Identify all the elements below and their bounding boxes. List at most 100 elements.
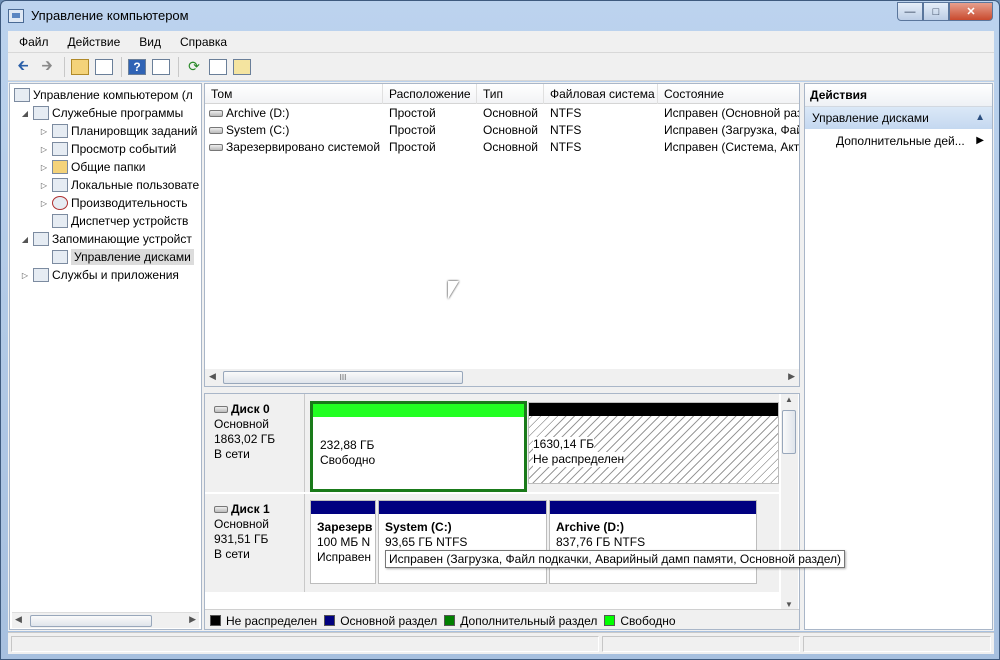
tree-item-shared-folders[interactable]: ▷ Общие папки: [38, 158, 145, 176]
collapse-arrow-icon[interactable]: ◢: [19, 109, 31, 118]
disk-icon: [214, 506, 228, 514]
toolbar-separator: [121, 56, 122, 77]
tree-item-task-scheduler[interactable]: ▷ Планировщик заданий: [38, 122, 197, 140]
back-arrow-icon[interactable]: 🡰: [12, 56, 34, 78]
tree-item-performance[interactable]: ▷ Производительность: [38, 194, 187, 212]
volume-icon: [209, 110, 223, 118]
menu-help[interactable]: Справка: [169, 35, 235, 49]
help-icon[interactable]: ?: [126, 56, 148, 78]
tree-horizontal-scrollbar[interactable]: ◀ ▶: [12, 612, 199, 628]
legend-item: Свободно: [604, 614, 676, 628]
toolbar: 🡰 🡲 ? ⟳: [8, 53, 994, 81]
partition-reserved[interactable]: Зарезерв 100 МБ N Исправен: [310, 500, 376, 584]
scroll-down-icon[interactable]: ▼: [785, 600, 793, 609]
tree-item-services-apps[interactable]: ▷ Службы и приложения: [19, 266, 179, 284]
disk-1-info[interactable]: Диск 1 Основной 931,51 ГБ В сети: [205, 494, 305, 592]
disk-management-icon: [52, 250, 68, 264]
partition-unallocated[interactable]: 1630,14 ГБ Не распределен: [528, 402, 779, 484]
scroll-left-icon[interactable]: ◀: [209, 371, 216, 382]
window-title: Управление компьютером: [31, 8, 189, 23]
device-manager-icon: [52, 214, 68, 228]
volume-icon: [209, 144, 223, 152]
column-filesystem[interactable]: Файловая система: [544, 84, 658, 104]
scroll-right-icon[interactable]: ▶: [788, 371, 795, 382]
scroll-right-icon[interactable]: ▶: [189, 614, 196, 625]
computer-icon: [14, 88, 30, 102]
tree-item-event-viewer[interactable]: ▷ Просмотр событий: [38, 140, 176, 158]
toolbar-separator: [64, 56, 65, 77]
expand-arrow-icon[interactable]: ▷: [19, 271, 31, 280]
status-segment: [602, 636, 800, 652]
services-icon: [33, 268, 49, 282]
actions-title: Действия: [805, 84, 992, 107]
volume-row[interactable]: Зарезервировано системой Простой Основно…: [205, 139, 799, 156]
column-volume[interactable]: Том: [205, 84, 383, 104]
status-bar: [8, 632, 994, 654]
expand-arrow-icon[interactable]: ▷: [38, 127, 50, 136]
partition-free[interactable]: 232,88 ГБ Свободно: [310, 401, 527, 492]
volume-list-header: Том Расположение Тип Файловая система Со…: [205, 84, 799, 104]
volume-list-horizontal-scrollbar[interactable]: ◀ III ▶: [205, 369, 799, 386]
disk-1-row: Диск 1 Основной 931,51 ГБ В сети Зарезер…: [205, 494, 779, 592]
expand-arrow-icon[interactable]: ▷: [38, 163, 50, 172]
column-status[interactable]: Состояние: [658, 84, 799, 104]
graphical-view-vertical-scrollbar[interactable]: ▲ ▼: [781, 394, 798, 609]
minimize-button[interactable]: —: [897, 2, 923, 21]
volume-icon: [209, 127, 223, 135]
title-bar[interactable]: Управление компьютером — □ ✕: [1, 1, 999, 31]
tools-icon: [33, 106, 49, 120]
partition-archive-d[interactable]: Archive (D:) 837,76 ГБ NTFS: [549, 500, 757, 584]
legend-swatch: [604, 615, 616, 626]
menu-file[interactable]: Файл: [8, 35, 57, 49]
tree-item-disk-management[interactable]: Управление дисками: [38, 248, 194, 266]
panel-icon[interactable]: [150, 56, 172, 78]
expand-arrow-icon[interactable]: ▷: [38, 145, 50, 154]
collapse-arrow-icon[interactable]: ◢: [19, 235, 31, 244]
users-icon: [52, 178, 68, 192]
menu-bar: Файл Действие Вид Справка: [8, 31, 994, 53]
partition-system-c[interactable]: System (C:) 93,65 ГБ NTFS: [378, 500, 547, 584]
tree-item-device-manager[interactable]: Диспетчер устройств: [38, 212, 188, 230]
maximize-button[interactable]: □: [923, 2, 949, 21]
legend-item: Дополнительный раздел: [444, 614, 597, 628]
volume-row[interactable]: Archive (D:) Простой Основной NTFS Испра…: [205, 105, 799, 122]
volume-row[interactable]: System (C:) Простой Основной NTFS Исправ…: [205, 122, 799, 139]
scroll-thumb[interactable]: [30, 615, 152, 627]
more-actions-item[interactable]: Дополнительные дей... ▶: [805, 129, 992, 153]
tree-item-local-users[interactable]: ▷ Локальные пользовате: [38, 176, 199, 194]
disk-graphical-view: Диск 0 Основной 1863,02 ГБ В сети 232,88…: [204, 393, 800, 630]
scroll-left-icon[interactable]: ◀: [15, 614, 22, 625]
refresh-icon[interactable]: ⟳: [183, 56, 205, 78]
tree-item-system-tools[interactable]: ◢ Служебные программы: [19, 104, 183, 122]
scroll-up-icon[interactable]: ▲: [785, 395, 793, 404]
computer-management-window: Управление компьютером — □ ✕ Файл Действ…: [0, 0, 1000, 660]
legend-swatch: [444, 615, 456, 626]
menu-view[interactable]: Вид: [128, 35, 169, 49]
console-tree: Управление компьютером (л ◢ Служебные пр…: [9, 83, 202, 630]
storage-icon: [33, 232, 49, 246]
column-type[interactable]: Тип: [477, 84, 544, 104]
actions-section-disk-management[interactable]: Управление дисками ▲: [805, 107, 992, 129]
forward-arrow-icon[interactable]: 🡲: [36, 56, 58, 78]
properties-icon[interactable]: [207, 56, 229, 78]
column-layout[interactable]: Расположение: [383, 84, 477, 104]
expand-arrow-icon[interactable]: ▷: [38, 181, 50, 190]
clock-icon: [52, 124, 68, 138]
event-viewer-icon: [52, 142, 68, 156]
toolbar-separator: [178, 56, 179, 77]
disk-icon: [214, 406, 228, 414]
scroll-thumb[interactable]: III: [223, 371, 463, 384]
close-button[interactable]: ✕: [949, 2, 993, 21]
status-segment: [11, 636, 599, 652]
export-icon[interactable]: [231, 56, 253, 78]
folder-up-icon[interactable]: [69, 56, 91, 78]
disk-0-info[interactable]: Диск 0 Основной 1863,02 ГБ В сети: [205, 394, 305, 492]
show-hide-tree-icon[interactable]: [93, 56, 115, 78]
menu-action[interactable]: Действие: [57, 35, 129, 49]
tree-root[interactable]: Управление компьютером (л: [12, 86, 193, 104]
collapse-up-icon[interactable]: ▲: [975, 107, 985, 129]
tree-item-storage[interactable]: ◢ Запоминающие устройст: [19, 230, 192, 248]
expand-arrow-icon[interactable]: ▷: [38, 199, 50, 208]
scroll-thumb[interactable]: [782, 410, 796, 454]
window-controls: — □ ✕: [897, 2, 993, 21]
